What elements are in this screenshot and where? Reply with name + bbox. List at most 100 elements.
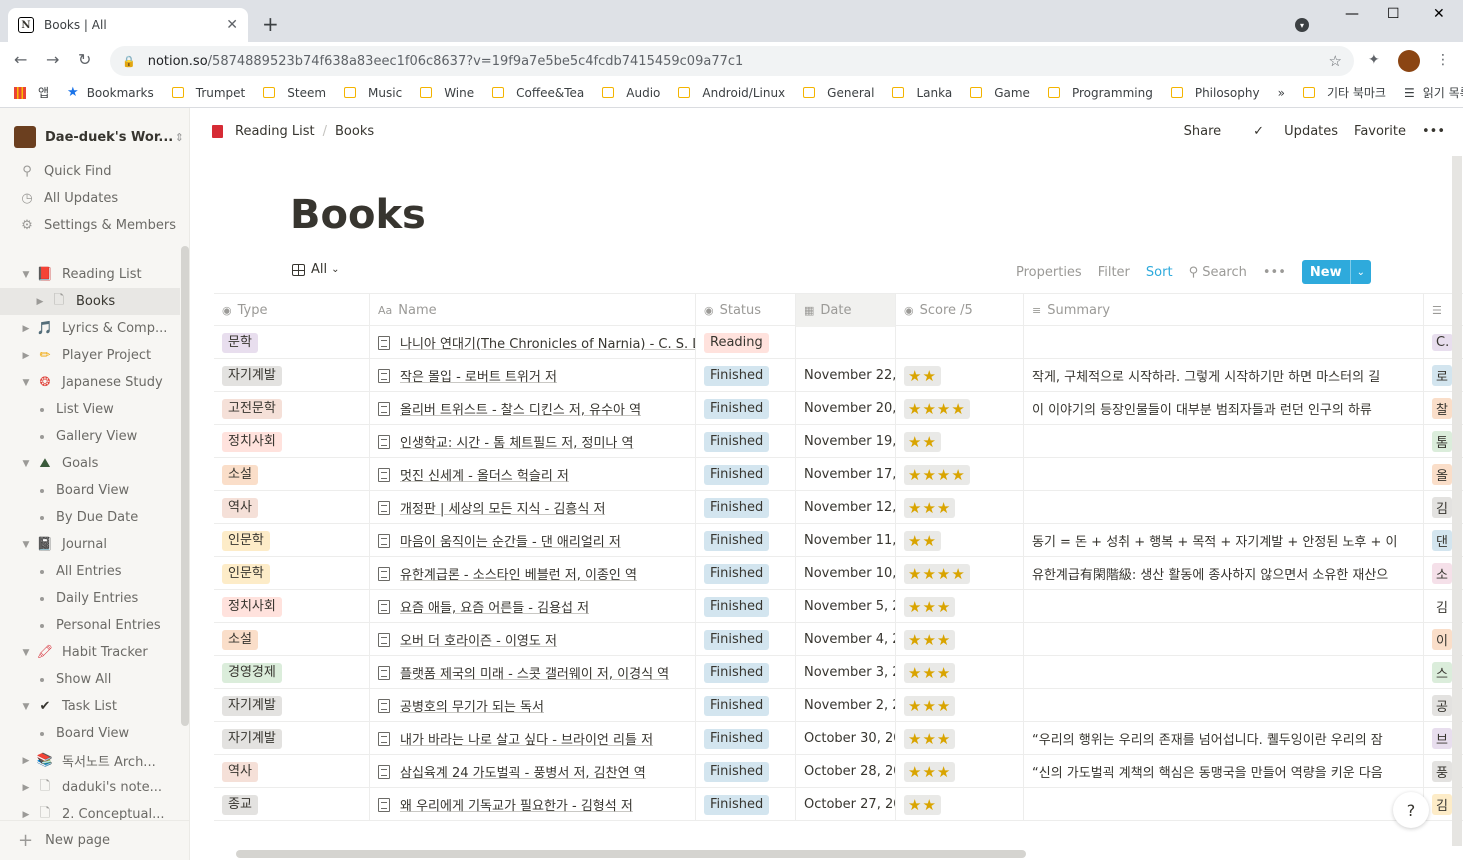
- view-selector[interactable]: All ⌄: [292, 262, 340, 277]
- date-cell[interactable]: October 27, 2021: [796, 788, 896, 821]
- bookmark-folder[interactable]: Wine: [420, 86, 474, 100]
- new-tab-button[interactable]: +: [262, 12, 279, 36]
- date-cell[interactable]: [796, 326, 896, 359]
- toggle-expanded-icon[interactable]: ▼: [20, 648, 32, 658]
- toggle-collapsed-icon[interactable]: ▶: [20, 351, 32, 361]
- score-cell[interactable]: ★★★: [896, 755, 1024, 788]
- sidebar-item[interactable]: By Due Date: [0, 504, 180, 531]
- sidebar-item[interactable]: ▼ ✔ Task List: [0, 693, 180, 720]
- bookmark-folder[interactable]: Music: [344, 86, 402, 100]
- book-title[interactable]: 개정판 | 세상의 모든 지식 - 김흥식 저: [400, 498, 605, 517]
- date-cell[interactable]: October 28, 2021: [796, 755, 896, 788]
- book-title[interactable]: 플랫폼 제국의 미래 - 스콧 갤러웨이 저, 이경식 역: [400, 663, 669, 682]
- column-header-date[interactable]: ▦ Date: [796, 294, 896, 327]
- sidebar-item[interactable]: Daily Entries: [0, 585, 180, 612]
- breadcrumb-reading-list[interactable]: Reading List: [235, 124, 315, 139]
- name-cell[interactable]: 공병호의 무기가 되는 독서: [370, 689, 696, 722]
- filter-button[interactable]: Filter: [1098, 265, 1130, 280]
- summary-cell[interactable]: [1024, 689, 1424, 722]
- sidebar-item[interactable]: ▼ ⛰ Goals: [0, 450, 180, 477]
- bookmark-folder[interactable]: Steem: [263, 86, 326, 100]
- help-button[interactable]: ?: [1393, 792, 1429, 828]
- score-cell[interactable]: ★★★★: [896, 458, 1024, 491]
- table-row[interactable]: 인문학 마음이 움직이는 순간들 - 댄 애리얼리 저 Finished Novemb…: [214, 524, 1463, 557]
- score-cell[interactable]: ★★: [896, 425, 1024, 458]
- column-header-name[interactable]: Aa Name: [370, 294, 696, 327]
- toggle-expanded-icon[interactable]: ▼: [20, 378, 32, 388]
- name-cell[interactable]: 나니아 연대기(The Chronicles of Narnia) - C. S…: [370, 326, 696, 359]
- summary-cell[interactable]: [1024, 425, 1424, 458]
- date-cell[interactable]: November 22, 2021: [796, 359, 896, 392]
- date-cell[interactable]: November 4, 2021: [796, 623, 896, 656]
- column-header-summary[interactable]: ≡ Summary: [1024, 294, 1424, 327]
- summary-cell[interactable]: [1024, 491, 1424, 524]
- type-cell[interactable]: 역사: [214, 491, 370, 524]
- table-row[interactable]: 역사 개정판 | 세상의 모든 지식 - 김흥식 저 Finished Novembe…: [214, 491, 1463, 524]
- sidebar-item[interactable]: ▼ ❂ Japanese Study: [0, 369, 180, 396]
- horizontal-scrollbar[interactable]: [236, 850, 1026, 858]
- score-cell[interactable]: ★★: [896, 524, 1024, 557]
- table-row[interactable]: 종교 왜 우리에게 기독교가 필요한가 - 김형석 저 Finished Octobe…: [214, 788, 1463, 821]
- score-cell[interactable]: [896, 326, 1024, 359]
- other-bookmarks[interactable]: 기타 북마크: [1302, 84, 1386, 101]
- name-cell[interactable]: 인생학교: 시간 - 톰 체트필드 저, 정미나 역: [370, 425, 696, 458]
- name-cell[interactable]: 멋진 신세계 - 올더스 헉슬리 저: [370, 458, 696, 491]
- reading-list[interactable]: ☰읽기 목록: [1404, 84, 1463, 101]
- status-cell[interactable]: Finished: [696, 458, 796, 491]
- bookmark-folder[interactable]: Audio: [602, 86, 660, 100]
- maximize-icon[interactable]: ☐: [1387, 6, 1400, 22]
- date-cell[interactable]: November 5, 2021: [796, 590, 896, 623]
- share-button[interactable]: Share: [1184, 124, 1222, 139]
- back-icon[interactable]: ←: [14, 50, 27, 69]
- status-cell[interactable]: Finished: [696, 722, 796, 755]
- type-cell[interactable]: 정치사회: [214, 425, 370, 458]
- score-cell[interactable]: ★★★: [896, 689, 1024, 722]
- sort-button[interactable]: Sort: [1146, 265, 1173, 280]
- book-title[interactable]: 올리버 트위스트 - 찰스 디킨스 저, 유수아 역: [400, 399, 641, 418]
- name-cell[interactable]: 작은 몰입 - 로버트 트위거 저: [370, 359, 696, 392]
- summary-cell[interactable]: [1024, 590, 1424, 623]
- workspace-switcher[interactable]: Dae-duek's Wor... ⇕: [14, 126, 184, 148]
- sidebar-item[interactable]: ▼ 🖍 Habit Tracker: [0, 639, 180, 666]
- tab-close-icon[interactable]: ✕: [226, 17, 238, 33]
- sidebar-all-updates[interactable]: ◷ All Updates: [0, 185, 180, 212]
- score-cell[interactable]: ★★★: [896, 722, 1024, 755]
- bookmark-apps[interactable]: 앱: [14, 84, 49, 101]
- book-title[interactable]: 공병호의 무기가 되는 독서: [400, 696, 544, 715]
- table-row[interactable]: 소설 멋진 신세계 - 올더스 헉슬리 저 Finished November 17,…: [214, 458, 1463, 491]
- summary-cell[interactable]: 유한계급有閑階級: 생산 활동에 종사하지 않으면서 소유한 재산으: [1024, 557, 1424, 590]
- toggle-expanded-icon[interactable]: ▼: [20, 459, 32, 469]
- type-cell[interactable]: 종교: [214, 788, 370, 821]
- table-row[interactable]: 소설 오버 더 호라이즌 - 이영도 저 Finished November 4, 2…: [214, 623, 1463, 656]
- table-row[interactable]: 고전문학 올리버 트위스트 - 찰스 디킨스 저, 유수아 역 Finished No…: [214, 392, 1463, 425]
- toggle-expanded-icon[interactable]: ▼: [20, 540, 32, 550]
- vertical-scrollbar[interactable]: [1452, 156, 1462, 846]
- forward-icon[interactable]: →: [46, 50, 59, 69]
- profile-menu-icon[interactable]: ▾: [1295, 18, 1309, 32]
- sidebar-settings[interactable]: ⚙ Settings & Members: [0, 212, 180, 239]
- sidebar-item[interactable]: ▶ 🎵 Lyrics & Comp...: [0, 315, 180, 342]
- book-title[interactable]: 요즘 애들, 요즘 어른들 - 김용섭 저: [400, 597, 589, 616]
- database-more-button[interactable]: •••: [1263, 265, 1286, 280]
- score-cell[interactable]: ★★: [896, 788, 1024, 821]
- summary-cell[interactable]: “신의 가도벌괵 계책의 핵심은 동맹국을 만들어 역량을 키운 다음: [1024, 755, 1424, 788]
- bookmark-star-icon[interactable]: ☆: [1329, 52, 1342, 70]
- bookmark-folder[interactable]: Philosophy: [1170, 86, 1260, 100]
- sidebar-item[interactable]: Board View: [0, 477, 180, 504]
- date-cell[interactable]: November 12, 2021: [796, 491, 896, 524]
- status-cell[interactable]: Reading: [696, 326, 796, 359]
- sidebar-scrollbar[interactable]: [181, 246, 189, 726]
- new-record-button[interactable]: New ⌄: [1301, 260, 1372, 284]
- address-bar[interactable]: 🔒 notion.so /5874889523b74f638a83eec1f06…: [110, 46, 1354, 76]
- date-cell[interactable]: November 2, 2021: [796, 689, 896, 722]
- sidebar-item[interactable]: ▶ ✏ Player Project: [0, 342, 180, 369]
- table-row[interactable]: 경영경제 플랫폼 제국의 미래 - 스콧 갤러웨이 저, 이경식 역 Finishe…: [214, 656, 1463, 689]
- name-cell[interactable]: 내가 바라는 나로 살고 싶다 - 브라이언 리틀 저: [370, 722, 696, 755]
- sidebar-item[interactable]: Board View: [0, 720, 180, 747]
- type-cell[interactable]: 자기계발: [214, 359, 370, 392]
- score-cell[interactable]: ★★★: [896, 590, 1024, 623]
- type-cell[interactable]: 인문학: [214, 557, 370, 590]
- table-row[interactable]: 정치사회 인생학교: 시간 - 톰 체트필드 저, 정미나 역 Finished No…: [214, 425, 1463, 458]
- new-dropdown-chevron-icon[interactable]: ⌄: [1349, 260, 1372, 284]
- reload-icon[interactable]: ↻: [78, 50, 91, 69]
